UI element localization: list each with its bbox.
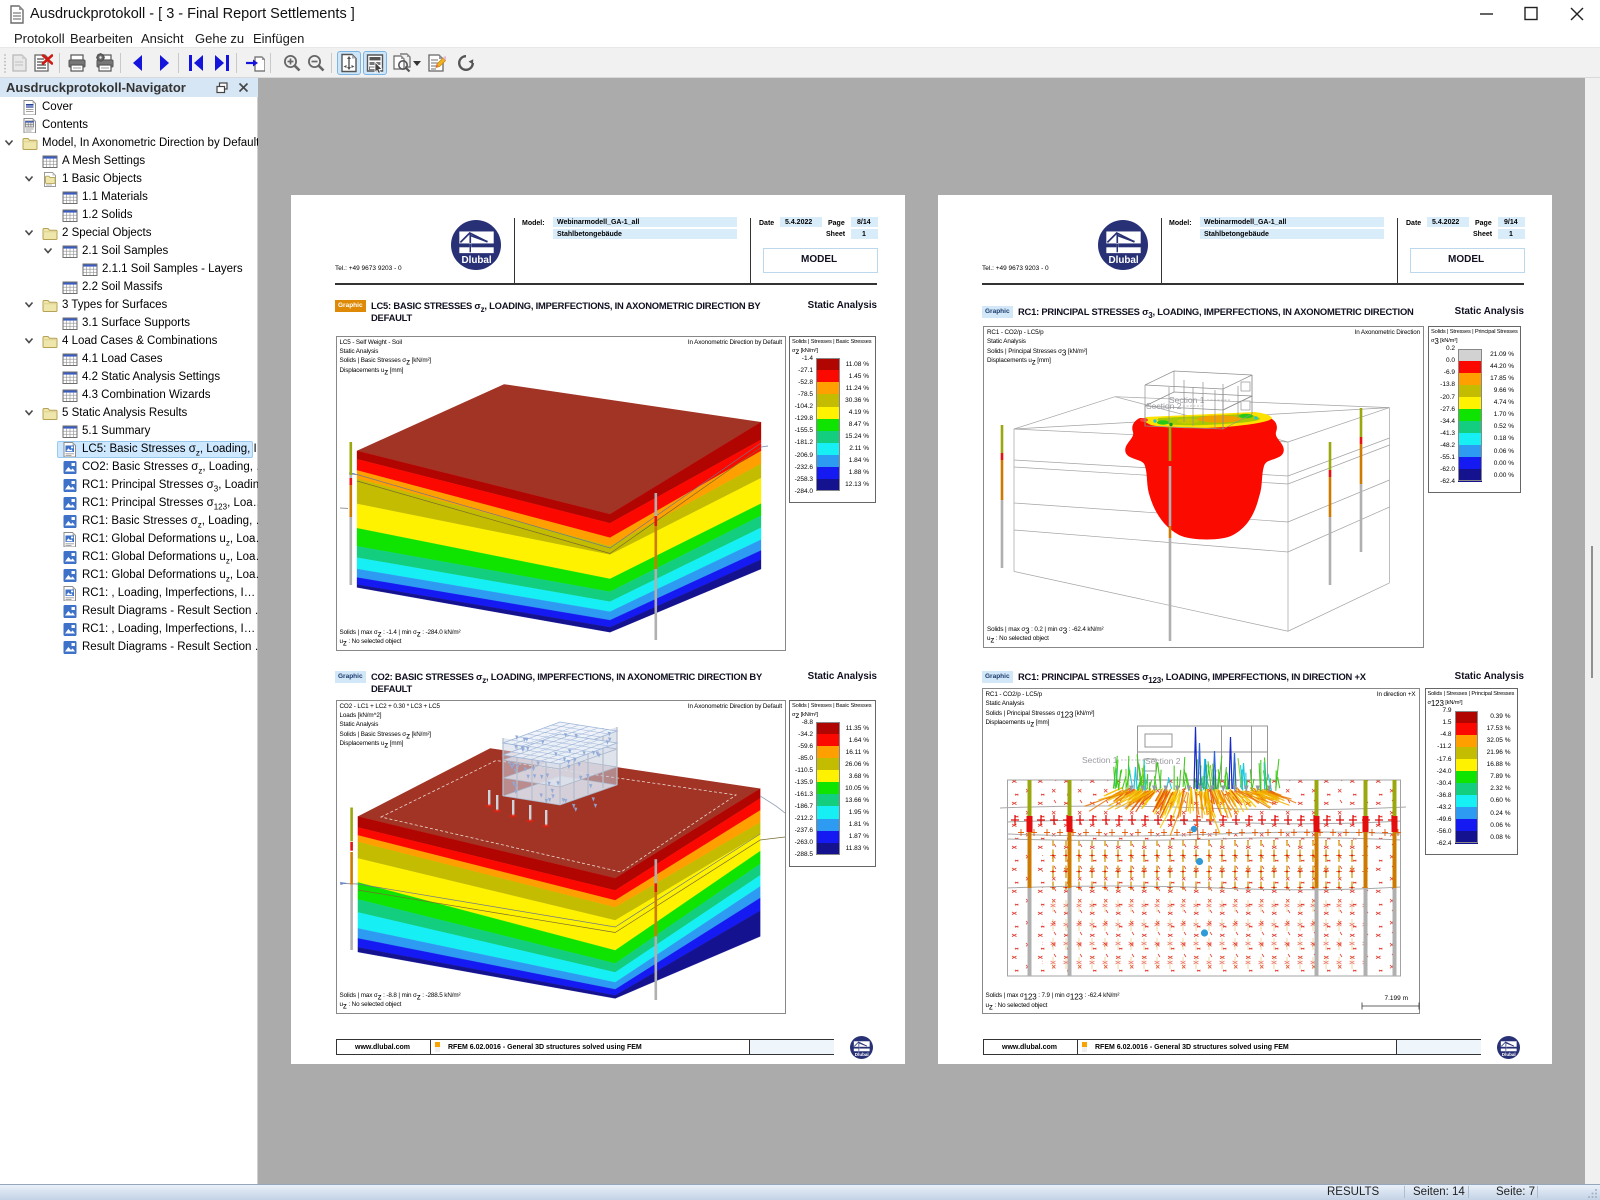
svg-text:Dlubal: Dlubal xyxy=(855,1052,869,1057)
svg-text:Section 1: Section 1 xyxy=(1082,755,1118,765)
svg-text:Dlubal: Dlubal xyxy=(461,255,491,266)
svg-text:Section 2: Section 2 xyxy=(1146,401,1182,411)
svg-text:Dlubal: Dlubal xyxy=(1502,1052,1516,1057)
svg-text:7.199 m: 7.199 m xyxy=(1384,995,1408,1002)
svg-text:Section 2: Section 2 xyxy=(1145,756,1181,766)
svg-text:Dlubal: Dlubal xyxy=(1108,255,1138,266)
